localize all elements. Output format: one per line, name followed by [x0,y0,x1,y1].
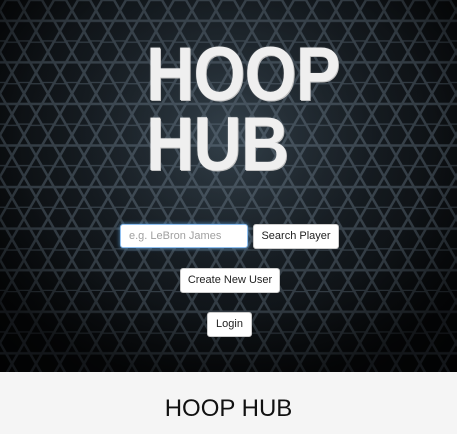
login-button[interactable]: Login [207,312,252,337]
search-player-button[interactable]: Search Player [253,224,339,249]
logo-line-hub: HUB [146,102,289,187]
footer-title: HOOP HUB [164,395,293,422]
hoop-hub-logo: HOOP HUB [146,32,340,187]
create-new-user-button[interactable]: Create New User [180,268,280,293]
footer: HOOP HUB [0,372,457,434]
player-search-input[interactable] [120,224,248,248]
logo-line-hoop: HOOP [146,32,340,117]
hero-section: HOOP HUB Search Player Create New User L… [0,0,457,372]
